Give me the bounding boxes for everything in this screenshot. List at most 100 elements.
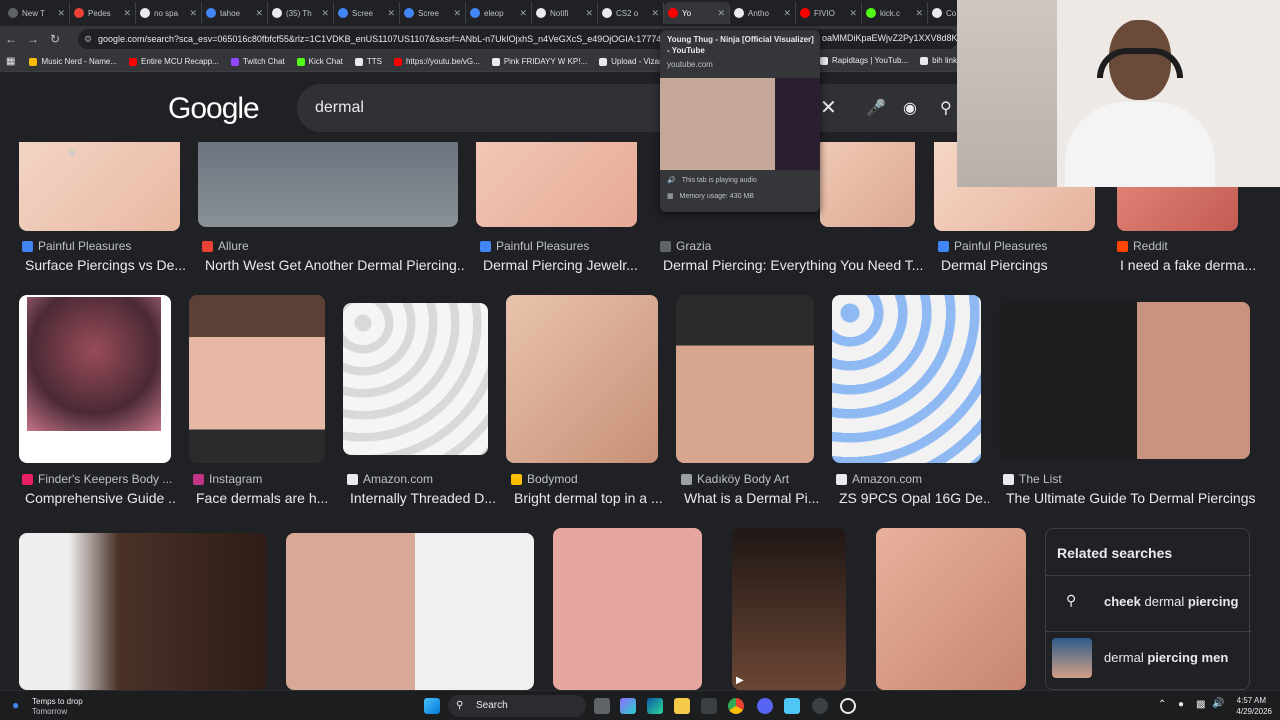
- microphone-icon[interactable]: 🎤: [866, 98, 886, 118]
- close-icon[interactable]: ✕: [255, 8, 263, 19]
- forward-icon[interactable]: →: [22, 32, 44, 46]
- result-title[interactable]: What is a Dermal Pi...: [684, 490, 819, 506]
- result-image[interactable]: [19, 295, 171, 463]
- camera-search-icon[interactable]: ◉: [903, 98, 917, 118]
- browser-tab[interactable]: kick.c ✕: [862, 2, 928, 24]
- bookmark-item[interactable]: TTS: [354, 57, 382, 66]
- result-image[interactable]: [820, 142, 915, 227]
- result-image[interactable]: [343, 303, 488, 455]
- close-icon[interactable]: ✕: [651, 8, 659, 19]
- app-icon[interactable]: [840, 698, 856, 714]
- reload-icon[interactable]: ↻: [44, 32, 66, 46]
- close-icon[interactable]: ✕: [717, 8, 725, 19]
- task-view-icon[interactable]: [594, 698, 610, 714]
- result-image[interactable]: [999, 302, 1250, 459]
- weather-icon[interactable]: ●: [12, 698, 19, 712]
- start-icon[interactable]: [424, 698, 440, 714]
- close-icon[interactable]: ✕: [453, 8, 461, 19]
- result-source[interactable]: Bodymod: [511, 472, 578, 486]
- result-source[interactable]: Allure: [202, 239, 249, 253]
- taskbar-search[interactable]: ⚲ Search: [448, 695, 586, 717]
- copilot-icon[interactable]: [620, 698, 636, 714]
- volume-icon[interactable]: 🔊: [1212, 698, 1224, 709]
- result-image[interactable]: [198, 142, 458, 227]
- result-title[interactable]: Face dermals are h...: [196, 490, 331, 506]
- edge-icon[interactable]: [647, 698, 663, 714]
- browser-tab[interactable]: Notifi ✕: [532, 2, 598, 24]
- obs-icon[interactable]: [812, 698, 828, 714]
- result-image[interactable]: [832, 295, 981, 463]
- browser-tab[interactable]: no spa ✕: [136, 2, 202, 24]
- result-source[interactable]: Painful Pleasures: [22, 239, 131, 253]
- apps-icon[interactable]: ▦: [6, 56, 15, 67]
- browser-tab[interactable]: CS2 o ✕: [598, 2, 664, 24]
- close-icon[interactable]: ✕: [783, 8, 791, 19]
- clock-date[interactable]: 4/29/2026: [1228, 707, 1272, 716]
- bookmark-item[interactable]: Music Nerd - Name...: [29, 57, 117, 66]
- result-source[interactable]: Amazon.com: [347, 472, 433, 486]
- result-source[interactable]: Amazon.com: [836, 472, 922, 486]
- bookmark-item[interactable]: Kick Chat: [296, 57, 343, 66]
- bookmark-item[interactable]: Twitch Chat: [230, 57, 285, 66]
- bookmark-item[interactable]: Rapidtags | YouTub...: [820, 56, 908, 65]
- browser-tab[interactable]: Pedes ✕: [70, 2, 136, 24]
- close-icon[interactable]: ✕: [387, 8, 395, 19]
- back-icon[interactable]: ←: [0, 32, 22, 46]
- bookmark-item[interactable]: bih links: [920, 56, 961, 65]
- result-source[interactable]: Reddit: [1117, 239, 1168, 253]
- close-icon[interactable]: ✕: [123, 8, 131, 19]
- browser-tab[interactable]: Scree ✕: [400, 2, 466, 24]
- result-source[interactable]: Grazia: [660, 239, 711, 253]
- close-icon[interactable]: ✕: [915, 8, 923, 19]
- browser-tab[interactable]: tahoe ✕: [202, 2, 268, 24]
- result-source[interactable]: Finder's Keepers Body ...: [22, 472, 172, 486]
- bookmark-item[interactable]: Pink FRIDAYY W KP!...: [491, 57, 587, 66]
- browser-tab[interactable]: Antho ✕: [730, 2, 796, 24]
- result-title[interactable]: ZS 9PCS Opal 16G De...: [839, 490, 989, 506]
- browser-tab[interactable]: New T ✕: [4, 2, 70, 24]
- discord-icon[interactable]: [757, 698, 773, 714]
- browser-tab[interactable]: FIVIO ✕: [796, 2, 862, 24]
- clock-time[interactable]: 4:57 AM: [1234, 696, 1266, 705]
- bookmark-item[interactable]: Entire MCU Recapp...: [129, 57, 219, 66]
- result-title[interactable]: Dermal Piercing: Everything You Need T..…: [663, 257, 923, 273]
- result-title[interactable]: Bright dermal top in a ...: [514, 490, 664, 506]
- bookmark-item[interactable]: https://youtu.be/vG...: [393, 57, 480, 66]
- search-icon[interactable]: ⚲: [940, 98, 952, 118]
- result-image[interactable]: [876, 528, 1026, 690]
- result-title[interactable]: Dermal Piercings: [941, 257, 1101, 273]
- display-tray-icon[interactable]: ▩: [1196, 699, 1205, 710]
- result-source[interactable]: Painful Pleasures: [938, 239, 1047, 253]
- result-title[interactable]: Comprehensive Guide ...: [25, 490, 175, 506]
- browser-tab[interactable]: Scree ✕: [334, 2, 400, 24]
- bookmark-item[interactable]: Upload - Vizard: [599, 57, 666, 66]
- result-image[interactable]: [676, 295, 814, 463]
- store-icon[interactable]: [701, 698, 717, 714]
- result-title[interactable]: Dermal Piercing Jewelr...: [483, 257, 643, 273]
- close-icon[interactable]: ✕: [57, 8, 65, 19]
- chrome-icon[interactable]: [728, 698, 744, 714]
- browser-tab[interactable]: eleop ✕: [466, 2, 532, 24]
- notepad-icon[interactable]: [784, 698, 800, 714]
- result-title[interactable]: I need a fake derma...: [1120, 257, 1255, 273]
- browser-tab[interactable]: Yo ✕: [664, 2, 730, 24]
- result-image[interactable]: [19, 142, 180, 231]
- related-search-item[interactable]: ⚲ cheek dermal piercing: [1046, 575, 1251, 625]
- result-image[interactable]: [19, 533, 267, 690]
- result-source[interactable]: The List: [1003, 472, 1062, 486]
- close-icon[interactable]: ✕: [519, 8, 527, 19]
- site-info-icon[interactable]: ⚙: [84, 29, 92, 49]
- result-image[interactable]: [476, 142, 637, 227]
- result-source[interactable]: Painful Pleasures: [480, 239, 589, 253]
- result-title[interactable]: Surface Piercings vs De...: [25, 257, 185, 273]
- close-icon[interactable]: ✕: [585, 8, 593, 19]
- result-source[interactable]: Kadıköy Body Art: [681, 472, 789, 486]
- mic-tray-icon[interactable]: ●: [1178, 699, 1184, 710]
- result-title[interactable]: North West Get Another Dermal Piercing..…: [205, 257, 465, 273]
- result-title[interactable]: Internally Threaded D...: [350, 490, 495, 506]
- related-search-item[interactable]: dermal piercing men: [1046, 631, 1251, 681]
- close-icon[interactable]: ✕: [189, 8, 197, 19]
- result-image[interactable]: [189, 295, 325, 463]
- result-source[interactable]: Instagram: [193, 472, 262, 486]
- result-image[interactable]: [286, 533, 534, 690]
